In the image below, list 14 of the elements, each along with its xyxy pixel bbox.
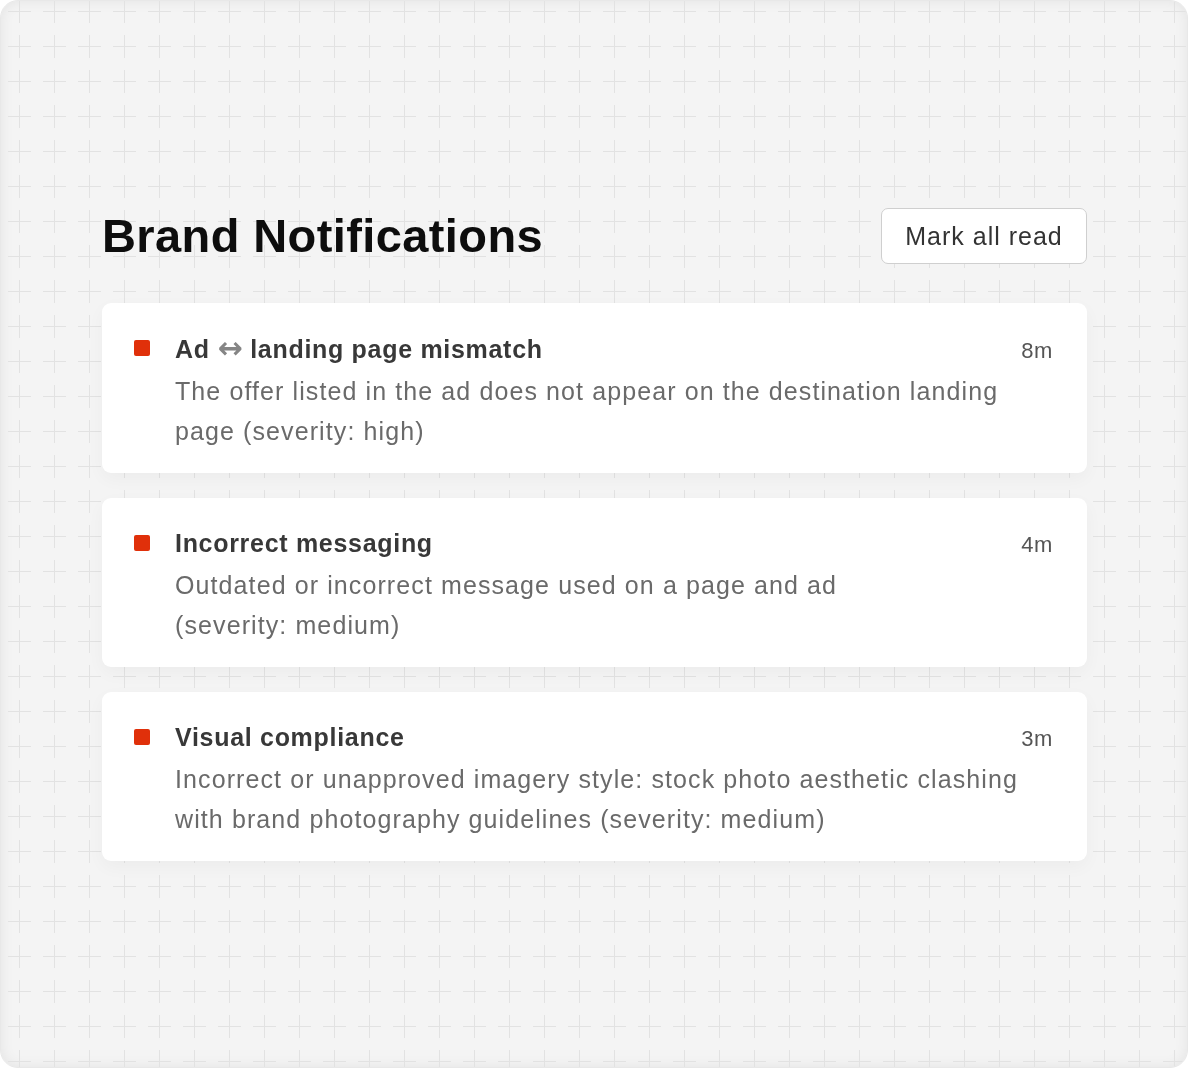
notification-time: 3m (1021, 725, 1053, 753)
notification-time: 8m (1021, 337, 1053, 365)
notification-description: Outdated or incorrect message used on a page and ad (severity: medium) (175, 570, 839, 641)
notification-card[interactable]: Incorrect messaging 4m Outdated or incorrect message used on a page and ad (severity: medium) (102, 498, 1087, 667)
notification-title: Incorrect messaging (175, 528, 433, 559)
notification-description: The offer listed in the ad does not appear on the destination landing page (severity: high) (175, 376, 1000, 447)
notification-title: Ad ↔ landing page mismatch (175, 332, 543, 365)
notification-time: 4m (1021, 531, 1053, 559)
mark-all-read-button[interactable]: Mark all read (881, 208, 1087, 264)
page-title: Brand Notifications (102, 210, 544, 262)
notification-description: Incorrect or unapproved imagery style: stock photo aesthetic clashing with brand photography guidelines (severity: medium) (175, 764, 1019, 835)
notification-card[interactable]: Visual compliance 3m Incorrect or unapproved imagery style: stock photo aesthetic clashing with brand photography guidelines (severity: medium) (102, 692, 1087, 861)
notification-title: Visual compliance (175, 722, 405, 753)
notification-card[interactable]: Ad ↔ landing page mismatch 8m The offer listed in the ad does not appear on the destination landing page (severity: high) (102, 303, 1087, 473)
